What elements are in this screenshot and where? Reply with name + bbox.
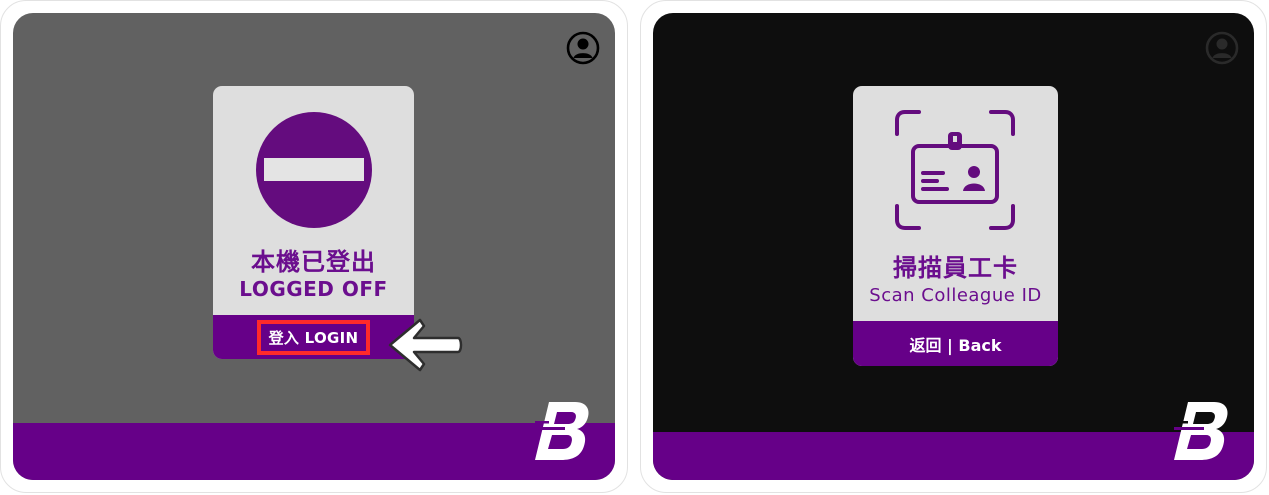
status-title-zh: 本機已登出 bbox=[251, 248, 376, 276]
scan-id-screen: 掃描員工卡 Scan Colleague ID 返回 | Back bbox=[653, 13, 1254, 480]
login-button[interactable]: 登入 LOGIN bbox=[256, 319, 371, 355]
login-bar[interactable]: 登入 LOGIN bbox=[213, 315, 414, 359]
user-account-icon[interactable] bbox=[1205, 31, 1239, 65]
logged-off-card: 本機已登出 LOGGED OFF 登入 LOGIN bbox=[213, 86, 414, 359]
brand-logo bbox=[1174, 402, 1228, 460]
back-button[interactable]: 返回 | Back bbox=[853, 321, 1058, 366]
bottom-brand-bar bbox=[13, 423, 615, 480]
status-title-en: LOGGED OFF bbox=[239, 277, 388, 301]
scan-id-card: 掃描員工卡 Scan Colleague ID 返回 | Back bbox=[853, 86, 1058, 366]
left-panel: 本機已登出 LOGGED OFF 登入 LOGIN bbox=[0, 0, 628, 493]
prompt-title-zh: 掃描員工卡 bbox=[893, 254, 1018, 282]
user-account-icon[interactable] bbox=[566, 31, 600, 65]
brand-logo bbox=[535, 402, 589, 460]
prompt-title-en: Scan Colleague ID bbox=[869, 285, 1042, 306]
bottom-brand-bar bbox=[653, 432, 1254, 480]
id-card-scan-icon bbox=[895, 110, 1015, 230]
pointer-arrow-icon bbox=[388, 318, 463, 372]
logged-off-screen: 本機已登出 LOGGED OFF 登入 LOGIN bbox=[13, 13, 615, 480]
no-entry-icon bbox=[256, 112, 372, 228]
right-panel: 掃描員工卡 Scan Colleague ID 返回 | Back bbox=[640, 0, 1267, 493]
